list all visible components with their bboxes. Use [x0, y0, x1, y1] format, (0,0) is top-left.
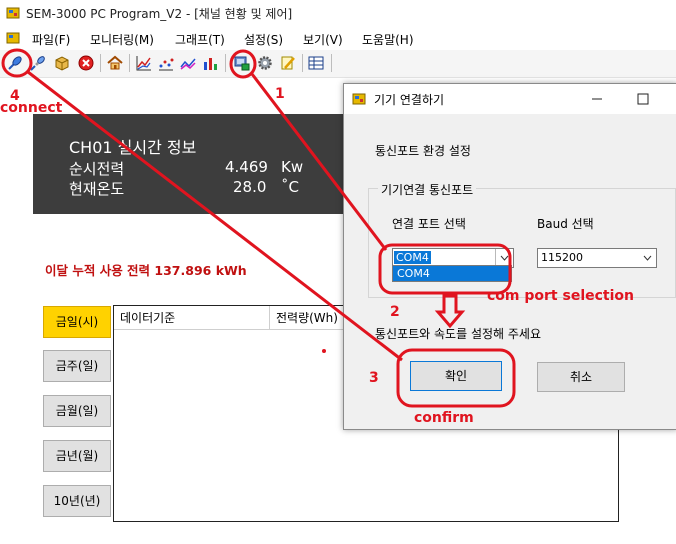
chevron-down-icon[interactable] — [639, 249, 656, 267]
temp-label: 현재온도 — [69, 180, 125, 198]
step-3-label: 3 — [369, 370, 379, 386]
step-2-label: 2 — [390, 304, 400, 320]
window-title: SEM-3000 PC Program_V2 - [채널 현황 및 제어] — [26, 7, 293, 21]
baud-value: 115200 — [541, 251, 583, 264]
menu-monitoring[interactable]: 모니터링(M) — [90, 31, 154, 48]
minimize-icon[interactable] — [588, 90, 606, 108]
today-hourly-button[interactable]: 금일(시) — [43, 306, 111, 338]
line-chart-icon[interactable] — [179, 54, 197, 72]
menu-view[interactable]: 보기(V) — [303, 31, 343, 48]
toolbar-separator — [129, 54, 130, 72]
toolbar-separator — [100, 54, 101, 72]
baud-label: Baud 선택 — [537, 217, 594, 231]
toolbar-separator — [225, 54, 226, 72]
menu-help[interactable]: 도움말(H) — [362, 31, 414, 48]
year-monthly-button[interactable]: 금년(월) — [43, 440, 111, 472]
power-unit: Kw — [281, 158, 304, 176]
confirm-button[interactable]: 확인 — [410, 361, 502, 391]
menu-settings[interactable]: 설정(S) — [244, 31, 283, 48]
channel-title: CH01 실시간 정보 — [69, 138, 197, 157]
menu-graph[interactable]: 그래프(T) — [175, 31, 225, 48]
toolbar — [0, 50, 676, 78]
port-selection-label: com port selection — [487, 288, 634, 304]
app-icon — [6, 6, 20, 20]
box-icon[interactable] — [53, 54, 71, 72]
column-header-basis[interactable]: 데이터기준 — [114, 306, 270, 330]
temp-value: 28.0 — [233, 178, 267, 196]
port-dropdown-list[interactable]: COM4 — [392, 265, 512, 282]
realtime-info-panel: CH01 실시간 정보 순시전력 4.469 Kw 현재온도 28.0 ˚C — [33, 114, 353, 214]
port-value: COM4 — [394, 251, 431, 264]
temp-unit: ˚C — [281, 178, 299, 196]
month-daily-button[interactable]: 금월(일) — [43, 395, 111, 427]
port-option[interactable]: COM4 — [393, 266, 511, 281]
scatter-icon[interactable] — [157, 54, 175, 72]
dialog-app-icon — [352, 92, 366, 106]
stop-icon[interactable] — [77, 54, 95, 72]
table-icon[interactable] — [307, 54, 325, 72]
section-label: 통신포트 환경 설정 — [375, 144, 471, 158]
dialog-title: 기기 연결하기 — [374, 93, 445, 107]
power-value: 4.469 — [225, 158, 268, 176]
cancel-button[interactable]: 취소 — [537, 362, 625, 392]
dialog-title-bar: 기기 연결하기 — [344, 84, 676, 114]
gear-icon[interactable] — [256, 54, 274, 72]
group-label: 기기연결 통신포트 — [378, 181, 477, 198]
device-connect-dialog: 기기 연결하기 통신포트 환경 설정 기기연결 통신포트 연결 포트 선택 Ba… — [343, 83, 676, 430]
connect-icon[interactable] — [6, 54, 24, 72]
maximize-icon[interactable] — [634, 90, 652, 108]
edit-icon[interactable] — [279, 54, 297, 72]
disconnect-icon[interactable] — [29, 54, 47, 72]
decade-yearly-button[interactable]: 10년(년) — [43, 485, 111, 517]
step-1-label: 1 — [275, 86, 285, 102]
toolbar-separator — [302, 54, 303, 72]
week-daily-button[interactable]: 금주(일) — [43, 350, 111, 382]
toolbar-separator — [331, 54, 332, 72]
connect-label: connect — [0, 100, 63, 116]
device-connect-icon[interactable] — [233, 54, 251, 72]
menu-file[interactable]: 파일(F) — [32, 31, 70, 48]
title-bar: SEM-3000 PC Program_V2 - [채널 현황 및 제어] — [0, 0, 676, 26]
home-icon[interactable] — [106, 54, 124, 72]
column-header-energy[interactable]: 전력량(Wh) — [270, 306, 346, 330]
power-label: 순시전력 — [69, 160, 125, 178]
monthly-usage: 이달 누적 사용 전력 137.896 kWh — [45, 263, 247, 278]
bar-chart-icon[interactable] — [202, 54, 220, 72]
confirm-caption: confirm — [414, 410, 474, 426]
baud-combobox[interactable]: 115200 — [537, 248, 657, 268]
port-label: 연결 포트 선택 — [392, 217, 466, 231]
mdi-icon[interactable] — [6, 31, 20, 45]
status-message: 통신포트와 속도를 설정해 주세요 — [375, 327, 542, 341]
chart-icon[interactable] — [135, 54, 153, 72]
menu-bar: 파일(F) 모니터링(M) 그래프(T) 설정(S) 보기(V) 도움말(H) — [0, 27, 676, 49]
